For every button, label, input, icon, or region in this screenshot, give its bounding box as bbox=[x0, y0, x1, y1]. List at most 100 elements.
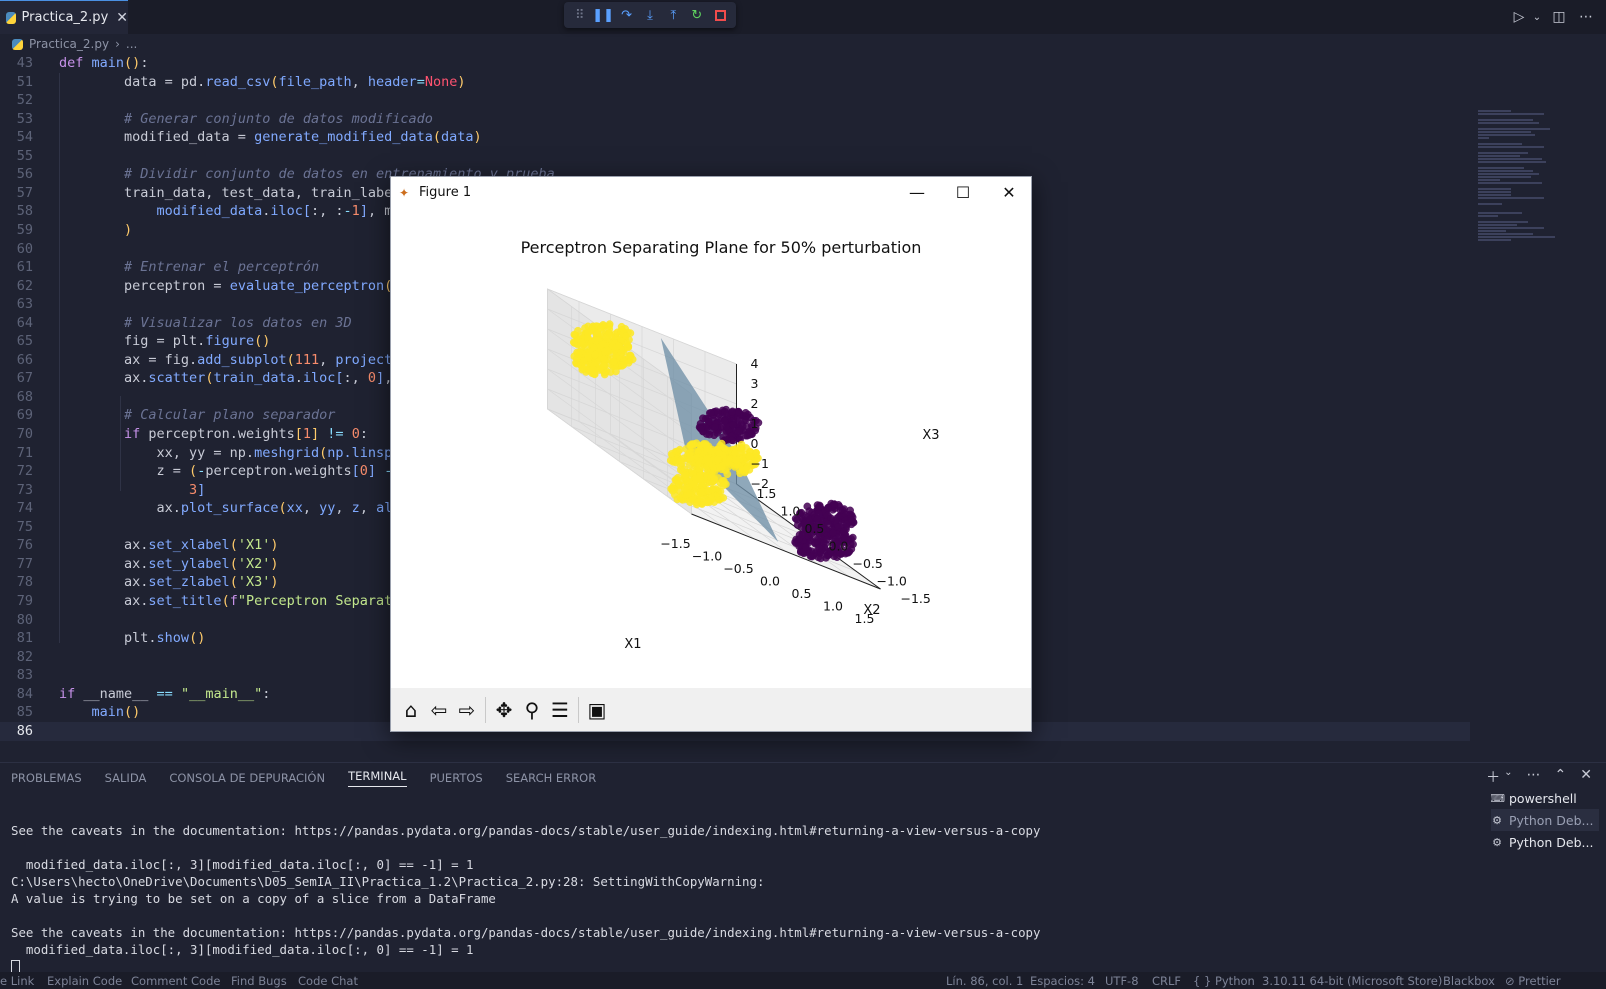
save-icon[interactable]: ▣ bbox=[583, 696, 611, 724]
breadcrumb-symbol[interactable]: ... bbox=[126, 37, 137, 51]
panel-tab-consola-de-depuraci-n[interactable]: CONSOLA DE DEPURACIÓN bbox=[169, 771, 325, 785]
zoom-icon[interactable]: ⚲ bbox=[518, 696, 546, 724]
back-icon[interactable]: ⇦ bbox=[425, 696, 453, 724]
status-item[interactable]: CRLF bbox=[1152, 974, 1181, 988]
status-item[interactable]: Lín. 86, col. 1 bbox=[946, 974, 1023, 988]
more-actions-icon[interactable]: ⋯ bbox=[1575, 6, 1597, 28]
terminal-instance-label: powershell bbox=[1509, 790, 1577, 806]
minimap[interactable] bbox=[1478, 109, 1588, 289]
minimap-line bbox=[1478, 143, 1522, 145]
code-text: data = pd.read_csv(file_path, header=Non… bbox=[59, 73, 466, 90]
breadcrumb-file[interactable]: Practica_2.py bbox=[29, 37, 109, 51]
terminal-instance[interactable]: ⌨ powershell bbox=[1491, 787, 1599, 809]
line-number: 83 bbox=[16, 667, 33, 684]
run-dropdown-icon[interactable]: ⌄ bbox=[1526, 6, 1548, 28]
terminal-line: modified_data.iloc[:, 3][modified_data.i… bbox=[11, 942, 474, 957]
debug-toolbar: ⠿ ❚❚ ↷ ⤓ ⤒ ↻ bbox=[564, 2, 736, 28]
terminal-line: C:\Users\hecto\OneDrive\Documents\D05_Se… bbox=[11, 874, 765, 889]
line-number: 76 bbox=[16, 537, 33, 554]
code-text: # Visualizar los datos en 3D bbox=[124, 314, 352, 331]
data-point bbox=[693, 498, 701, 507]
line-number: 58 bbox=[16, 203, 33, 220]
maximize-panel-icon[interactable]: ⌃ bbox=[1555, 767, 1567, 787]
x-tick-label: −0.5 bbox=[723, 561, 753, 576]
panel-tab-salida[interactable]: SALIDA bbox=[105, 771, 147, 785]
minimap-line bbox=[1478, 122, 1539, 124]
code-text: ax.set_zlabel('X3') bbox=[59, 574, 279, 591]
tab-practica-2[interactable]: Practica_2.py ✕ bbox=[0, 0, 128, 34]
step-out-icon[interactable]: ⤒ bbox=[664, 6, 682, 24]
status-item[interactable]: 3.10.11 64-bit (Microsoft Store) bbox=[1262, 974, 1442, 988]
more-actions-icon[interactable]: ⋯ bbox=[1527, 767, 1541, 787]
line-number: 72 bbox=[16, 463, 33, 480]
line-number: 84 bbox=[16, 685, 33, 702]
y-tick-label: −1.5 bbox=[901, 591, 931, 606]
stop-icon[interactable] bbox=[711, 6, 729, 24]
terminal-instance[interactable]: ⚙ Python Deb... bbox=[1491, 831, 1599, 853]
grip-icon[interactable]: ⠿ bbox=[571, 6, 589, 24]
pan-icon[interactable]: ✥ bbox=[490, 696, 518, 724]
status-item[interactable]: e Link bbox=[0, 974, 34, 988]
close-tab-icon[interactable]: ✕ bbox=[116, 10, 128, 26]
code-text: ax.set_ylabel('X2') bbox=[59, 555, 279, 572]
data-point bbox=[731, 449, 739, 458]
panel-tab-terminal[interactable]: TERMINAL bbox=[348, 769, 407, 787]
pause-icon[interactable]: ❚❚ bbox=[592, 6, 614, 24]
data-point bbox=[829, 528, 837, 537]
terminal-output[interactable]: See the caveats in the documentation: ht… bbox=[11, 805, 1471, 975]
y-tick-label: −0.5 bbox=[853, 556, 883, 571]
status-item[interactable]: Blackbox bbox=[1443, 974, 1495, 988]
python-file-icon bbox=[12, 38, 23, 50]
figure-titlebar[interactable]: ✦ Figure 1 — ☐ ✕ bbox=[391, 177, 1031, 208]
maximize-icon[interactable]: ☐ bbox=[941, 177, 985, 208]
split-editor-icon[interactable]: ◫ bbox=[1548, 6, 1570, 28]
code-line[interactable]: 54 modified_data = generate_modified_dat… bbox=[0, 128, 1470, 147]
status-item[interactable]: Espacios: 4 bbox=[1030, 974, 1095, 988]
restart-icon[interactable]: ↻ bbox=[688, 6, 706, 24]
configure-icon[interactable]: ☰ bbox=[546, 696, 574, 724]
status-item[interactable]: Code Chat bbox=[298, 974, 358, 988]
step-over-icon[interactable]: ↷ bbox=[618, 6, 636, 24]
line-number: 62 bbox=[16, 277, 33, 294]
data-point bbox=[715, 449, 724, 458]
data-point bbox=[742, 464, 750, 473]
new-terminal-icon[interactable]: ＋ bbox=[1486, 767, 1500, 787]
minimap-line bbox=[1478, 227, 1544, 229]
data-point bbox=[617, 348, 626, 357]
data-point bbox=[703, 445, 711, 453]
figure-canvas[interactable]: Perceptron Separating Plane for 50% pert… bbox=[391, 208, 1031, 688]
z-tick-label: 3 bbox=[751, 376, 759, 391]
home-icon[interactable]: ⌂ bbox=[397, 696, 425, 724]
status-item[interactable]: Comment Code bbox=[131, 974, 220, 988]
panel-tab-puertos[interactable]: PUERTOS bbox=[430, 771, 483, 785]
status-item[interactable]: Explain Code bbox=[47, 974, 122, 988]
code-line[interactable]: 53 # Generar conjunto de datos modificad… bbox=[0, 110, 1470, 129]
status-item[interactable]: Find Bugs bbox=[231, 974, 287, 988]
code-line[interactable]: 55 bbox=[0, 147, 1470, 166]
data-point bbox=[583, 333, 592, 341]
minimap-line bbox=[1478, 128, 1550, 130]
step-into-icon[interactable]: ⤓ bbox=[641, 6, 659, 24]
status-item[interactable]: UTF-8 bbox=[1105, 974, 1139, 988]
terminal-dropdown-icon[interactable]: ⌄ bbox=[1504, 767, 1512, 787]
forward-icon[interactable]: ⇨ bbox=[453, 696, 481, 724]
close-window-icon[interactable]: ✕ bbox=[987, 177, 1031, 208]
status-bar: e Link Explain Code Comment Code Find Bugs C… bbox=[0, 972, 1606, 989]
line-number: 79 bbox=[16, 592, 33, 609]
panel-tab-problemas[interactable]: PROBLEMAS bbox=[11, 771, 82, 785]
data-point bbox=[589, 365, 597, 373]
z-tick-label: 1 bbox=[751, 416, 759, 431]
status-item[interactable]: ⊘ Prettier bbox=[1505, 974, 1561, 988]
code-line[interactable]: 52 bbox=[0, 91, 1470, 110]
minimize-icon[interactable]: — bbox=[895, 177, 939, 208]
code-line[interactable]: 51 data = pd.read_csv(file_path, header=… bbox=[0, 73, 1470, 92]
line-number: 54 bbox=[16, 129, 33, 146]
close-panel-icon[interactable]: ✕ bbox=[1580, 767, 1592, 787]
code-line[interactable]: 43 def main(): bbox=[0, 54, 1470, 73]
status-item[interactable]: { } Python bbox=[1193, 974, 1255, 988]
terminal-list: ⌨ powershell ⚙ Python Deb... ⚙ Python Deb... bbox=[1491, 787, 1599, 853]
code-text: modified_data = generate_modified_data(d… bbox=[59, 129, 482, 146]
terminal-instance[interactable]: ⚙ Python Deb... bbox=[1491, 809, 1599, 831]
code-text: ax.scatter(train_data.iloc[:, 0], t bbox=[59, 370, 409, 387]
panel-tab-search-error[interactable]: SEARCH ERROR bbox=[506, 771, 596, 785]
